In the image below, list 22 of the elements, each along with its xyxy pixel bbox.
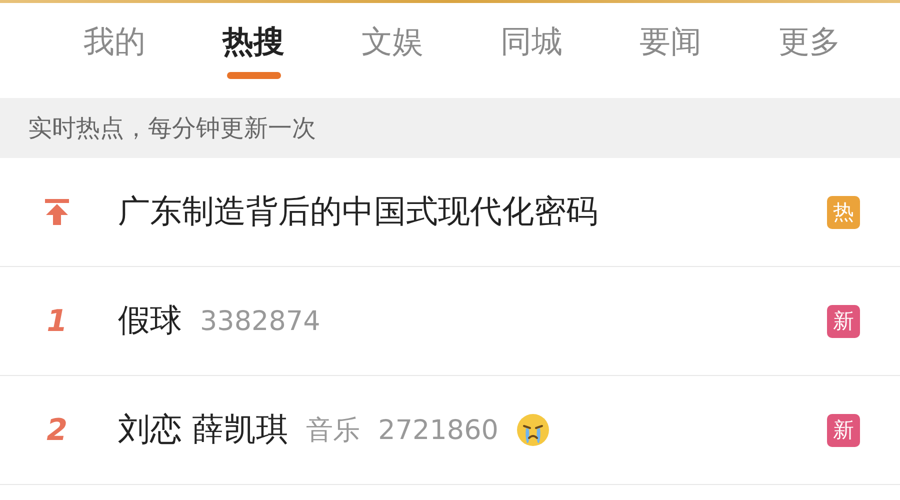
topic-badge: 热	[827, 196, 860, 228]
topic-category: 音乐	[306, 414, 360, 448]
hot-search-row[interactable]: 2 刘恋 薛凯琪 音乐 2721860 新	[0, 376, 900, 485]
rank-number: 2	[46, 412, 68, 448]
tab[interactable]: 要闻	[601, 3, 740, 98]
pin-top-icon	[44, 198, 70, 226]
topic-title: 假球	[118, 300, 182, 341]
hot-search-row[interactable]: 广东制造背后的中国式现代化密码 热	[0, 158, 900, 267]
search-count: 2721860	[378, 414, 498, 446]
topic-title: 刘恋 薛凯琪	[118, 409, 288, 450]
tab[interactable]: 文娱	[323, 3, 462, 98]
topic-badge: 新	[827, 304, 860, 338]
search-count: 3382874	[200, 306, 320, 336]
tab[interactable]: 更多	[740, 3, 879, 98]
tab[interactable]: 热搜	[184, 3, 323, 98]
hot-search-row[interactable]: 1 假球 3382874 新	[0, 267, 900, 376]
tab[interactable]: 同城	[462, 3, 601, 98]
update-notice: 实时热点，每分钟更新一次	[0, 98, 900, 158]
topic-title: 广东制造背后的中国式现代化密码	[118, 191, 598, 232]
rank-number: 1	[46, 304, 68, 338]
topic-badge: 新	[827, 414, 860, 446]
tab[interactable]: 我的	[45, 3, 184, 98]
